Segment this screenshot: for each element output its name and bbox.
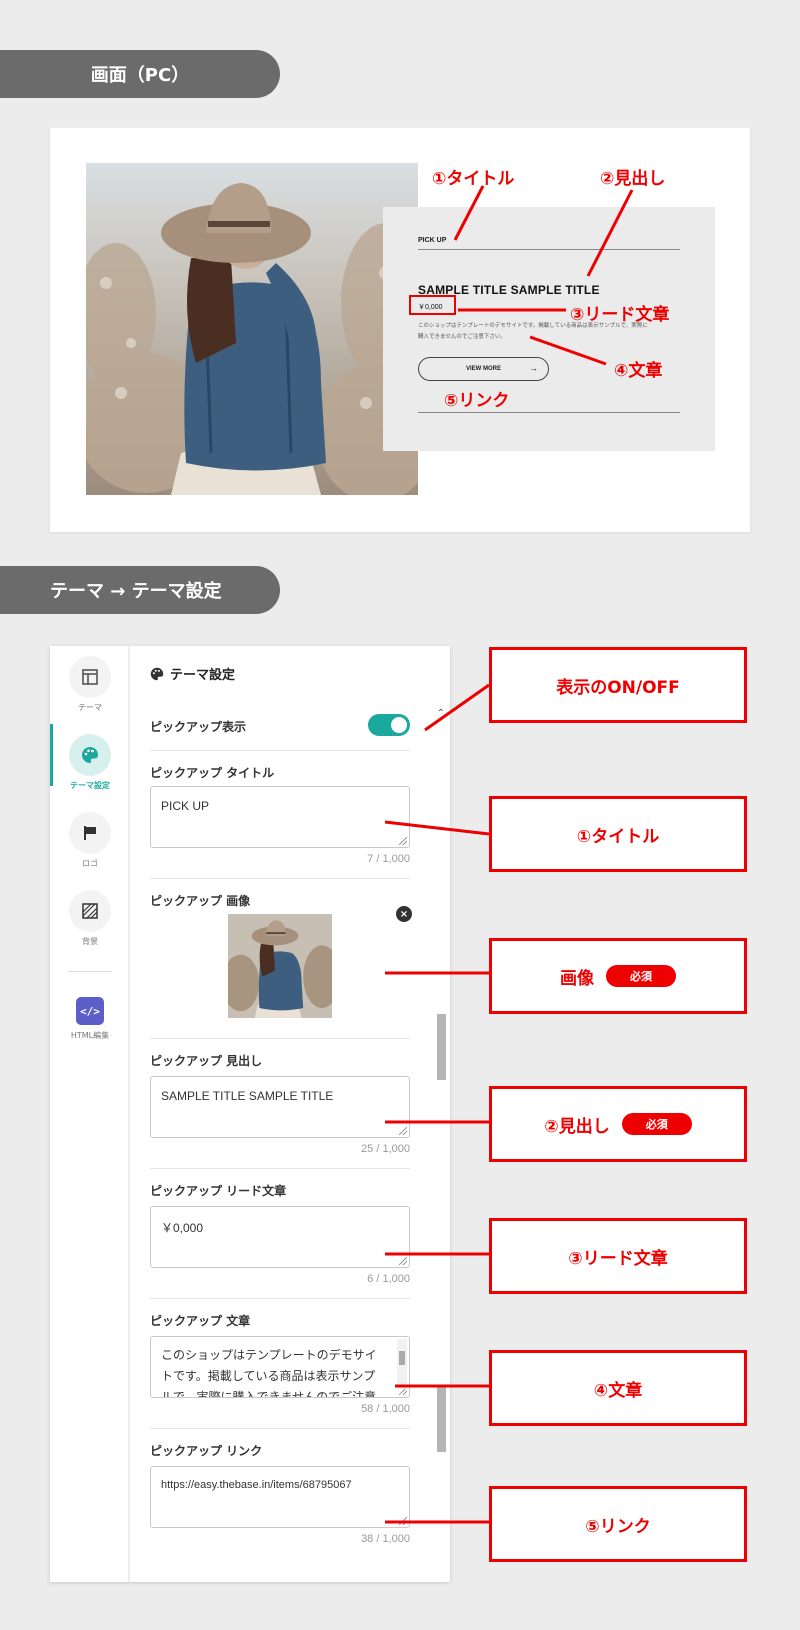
view-more-button[interactable]: VIEW MORE →: [418, 357, 549, 381]
pickup-title: PICK UP: [418, 237, 447, 244]
char-counter: 38 / 1,000: [361, 1533, 410, 1545]
title-input-value: PICK UP: [161, 799, 210, 813]
sidebar: テーマ テーマ設定 ロゴ 背景 </> HTML編集: [50, 646, 130, 1582]
pattern-icon: [69, 890, 111, 932]
text-textarea[interactable]: このショップはテンプレートのデモサイトです。掲載している商品は表示サンプルで、実…: [150, 1336, 410, 1398]
section-tab-settings: テーマ → テーマ設定: [0, 566, 280, 614]
layout-icon: [69, 656, 111, 698]
annotation-heading: ②見出し 必須: [489, 1086, 747, 1162]
scrollbar-thumb[interactable]: [437, 1014, 446, 1080]
required-badge: 必須: [621, 1113, 692, 1135]
sidebar-label-background: 背景: [82, 937, 98, 946]
heading-input-value: SAMPLE TITLE SAMPLE TITLE: [161, 1089, 334, 1103]
pc-anno-text: ④文章: [614, 361, 663, 381]
page-title-text: テーマ設定: [170, 668, 236, 683]
divider: [150, 1298, 410, 1299]
pc-anno-heading: ②見出し: [600, 169, 666, 189]
resize-handle[interactable]: [399, 837, 407, 845]
field-label-link: ピックアップ リンク: [150, 1444, 263, 1458]
active-indicator: [50, 724, 53, 786]
field-label-image: ピックアップ 画像: [150, 894, 251, 908]
sidebar-item-background[interactable]: 背景: [50, 880, 130, 950]
page-title: テーマ設定: [150, 664, 235, 683]
field-label-heading: ピックアップ 見出し: [150, 1054, 263, 1068]
annotation-lead: ③リード文章: [489, 1218, 747, 1294]
annotation-toggle: 表示のON/OFF: [489, 647, 747, 723]
sidebar-divider: [68, 971, 112, 972]
pc-anno-title: ①タイトル: [432, 169, 515, 189]
divider: [150, 1428, 410, 1429]
annotation-lead-text: ③リード文章: [568, 1248, 668, 1269]
annotation-image: 画像 必須: [489, 938, 747, 1014]
pickup-image-thumbnail[interactable]: [228, 914, 332, 1018]
pickup-price: ￥0,000: [418, 304, 443, 311]
resize-handle[interactable]: [399, 1517, 407, 1525]
required-badge: 必須: [606, 965, 676, 987]
annotation-heading-text: ②見出し: [544, 1116, 610, 1137]
close-icon[interactable]: ×: [396, 906, 412, 922]
section-tab-pc: 画面（PC）: [0, 50, 280, 98]
settings-panel: テーマ テーマ設定 ロゴ 背景 </> HTML編集 テーマ設定 ⌃ ピックアッ…: [50, 646, 450, 1582]
sidebar-label-theme-settings: テーマ設定: [70, 781, 110, 790]
resize-handle[interactable]: [399, 1257, 407, 1265]
palette-icon: [69, 734, 111, 776]
sidebar-item-theme[interactable]: テーマ: [50, 646, 130, 716]
sidebar-item-logo[interactable]: ロゴ: [50, 802, 130, 872]
code-icon: </>: [76, 997, 104, 1025]
sidebar-label-logo: ロゴ: [82, 859, 98, 868]
lead-input[interactable]: ￥0,000: [150, 1206, 410, 1268]
link-input[interactable]: https://easy.thebase.in/items/68795067: [150, 1466, 410, 1528]
divider: [418, 249, 680, 250]
field-label-lead: ピックアップ リード文章: [150, 1184, 287, 1198]
resize-handle[interactable]: [399, 1127, 407, 1135]
pc-anno-lead: ③リード文章: [570, 305, 670, 325]
divider: [150, 878, 410, 879]
char-counter: 6 / 1,000: [367, 1273, 410, 1285]
divider: [418, 412, 680, 413]
arrow-right-icon: →: [529, 363, 538, 373]
divider: [150, 1038, 410, 1039]
title-input[interactable]: PICK UP: [150, 786, 410, 848]
pickup-box: PICK UP SAMPLE TITLE SAMPLE TITLE ￥0,000…: [383, 207, 715, 451]
view-more-label: VIEW MORE: [465, 366, 501, 372]
char-counter: 25 / 1,000: [361, 1143, 410, 1155]
annotation-title: ①タイトル: [489, 796, 747, 872]
sidebar-item-theme-settings[interactable]: テーマ設定: [50, 724, 130, 794]
annotation-link-text: ⑤リンク: [585, 1516, 651, 1537]
heading-input[interactable]: SAMPLE TITLE SAMPLE TITLE: [150, 1076, 410, 1138]
char-counter: 58 / 1,000: [361, 1403, 410, 1415]
pickup-text-line2: 購入できませんのでご注意下さい。: [418, 334, 506, 340]
textarea-scrollbar[interactable]: [397, 1339, 407, 1389]
divider: [150, 750, 410, 751]
sidebar-label-theme: テーマ: [78, 703, 102, 712]
pc-anno-link: ⑤リンク: [444, 391, 510, 411]
char-counter: 7 / 1,000: [367, 853, 410, 865]
settings-main: テーマ設定 ⌃ ピックアップ表示 ピックアップ タイトル PICK UP 7 /…: [132, 646, 450, 1582]
scrollbar-thumb[interactable]: [437, 1386, 446, 1452]
toggle-knob: [391, 717, 407, 733]
field-label-title: ピックアップ タイトル: [150, 766, 275, 780]
lead-input-value: ￥0,000: [161, 1221, 204, 1235]
annotation-image-text: 画像: [560, 968, 594, 989]
text-textarea-value: このショップはテンプレートのデモサイトです。掲載している商品は表示サンプルで、実…: [161, 1348, 377, 1398]
annotation-text: ④文章: [489, 1350, 747, 1426]
sidebar-item-html[interactable]: </> HTML編集: [50, 980, 130, 1050]
pickup-toggle[interactable]: [368, 714, 410, 736]
flag-icon: [69, 812, 111, 854]
pickup-photo: [86, 163, 418, 495]
annotation-link: ⑤リンク: [489, 1486, 747, 1562]
divider: [150, 1168, 410, 1169]
scroll-up-icon[interactable]: ⌃: [437, 708, 445, 719]
palette-icon: [150, 667, 164, 680]
sidebar-label-html: HTML編集: [70, 1031, 110, 1040]
annotation-title-text: ①タイトル: [576, 826, 660, 847]
link-input-value: https://easy.thebase.in/items/68795067: [161, 1479, 352, 1491]
annotation-text-text: ④文章: [593, 1380, 643, 1401]
field-label-text: ピックアップ 文章: [150, 1314, 251, 1328]
annotation-toggle-text: 表示のON/OFF: [556, 677, 680, 698]
